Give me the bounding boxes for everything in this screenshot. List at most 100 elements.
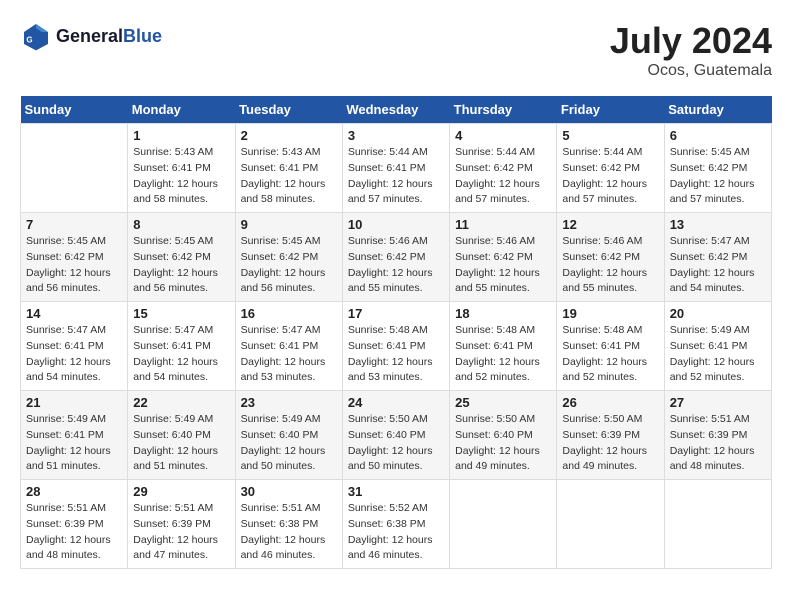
calendar-cell: 30Sunrise: 5:51 AM Sunset: 6:38 PM Dayli… xyxy=(235,480,342,569)
day-number: 8 xyxy=(133,217,229,232)
calendar-cell xyxy=(450,480,557,569)
calendar-cell: 15 Sunrise: 5:47 AM Sunset: 6:41 PM Dayli… xyxy=(128,302,235,391)
day-number: 5 xyxy=(562,128,658,143)
day-detail: Sunrise: 5:43 AM Sunset: 6:41 PM Dayligh… xyxy=(133,145,229,208)
day-detail: Sunrise: 5:45 AM Sunset: 6:42 PM Dayligh… xyxy=(670,145,766,208)
title-block: July 2024 Ocos, Guatemala xyxy=(610,20,772,80)
calendar-cell: 20Sunrise: 5:49 AM Sunset: 6:41 PM Dayli… xyxy=(664,302,771,391)
column-header-thursday: Thursday xyxy=(450,96,557,124)
calendar-cell: 18 Sunrise: 5:48 AM Sunset: 6:41 PM Dayli… xyxy=(450,302,557,391)
column-header-tuesday: Tuesday xyxy=(235,96,342,124)
day-detail: Sunrise: 5:47 AM Sunset: 6:41 PM Dayligh… xyxy=(26,323,122,386)
day-detail: Sunrise: 5:47 AM Sunset: 6:42 PM Dayligh… xyxy=(670,234,766,297)
page-title: July 2024 xyxy=(610,20,772,62)
day-detail: Sunrise: 5:45 AM Sunset: 6:42 PM Dayligh… xyxy=(241,234,337,297)
day-detail: Sunrise: 5:44 AM Sunset: 6:42 PM Dayligh… xyxy=(455,145,551,208)
day-number: 4 xyxy=(455,128,551,143)
day-number: 16 xyxy=(241,306,337,321)
day-detail: Sunrise: 5:51 AM Sunset: 6:39 PM Dayligh… xyxy=(133,501,229,564)
calendar-week-row: 14 Sunrise: 5:47 AM Sunset: 6:41 PM Dayli… xyxy=(21,302,772,391)
calendar-cell: 13Sunrise: 5:47 AM Sunset: 6:42 PM Dayli… xyxy=(664,213,771,302)
day-detail: Sunrise: 5:46 AM Sunset: 6:42 PM Dayligh… xyxy=(562,234,658,297)
calendar-cell: 11 Sunrise: 5:46 AM Sunset: 6:42 PM Dayli… xyxy=(450,213,557,302)
day-detail: Sunrise: 5:45 AM Sunset: 6:42 PM Dayligh… xyxy=(26,234,122,297)
column-header-friday: Friday xyxy=(557,96,664,124)
day-detail: Sunrise: 5:44 AM Sunset: 6:42 PM Dayligh… xyxy=(562,145,658,208)
day-detail: Sunrise: 5:51 AM Sunset: 6:39 PM Dayligh… xyxy=(26,501,122,564)
calendar-cell: 10 Sunrise: 5:46 AM Sunset: 6:42 PM Dayli… xyxy=(342,213,449,302)
day-detail: Sunrise: 5:46 AM Sunset: 6:42 PM Dayligh… xyxy=(455,234,551,297)
day-number: 2 xyxy=(241,128,337,143)
calendar-header-row: SundayMondayTuesdayWednesdayThursdayFrid… xyxy=(21,96,772,124)
calendar-cell: 25 Sunrise: 5:50 AM Sunset: 6:40 PM Dayli… xyxy=(450,391,557,480)
day-number: 14 xyxy=(26,306,122,321)
day-number: 29 xyxy=(133,484,229,499)
column-header-wednesday: Wednesday xyxy=(342,96,449,124)
calendar-cell: 29 Sunrise: 5:51 AM Sunset: 6:39 PM Dayli… xyxy=(128,480,235,569)
calendar-cell: 26Sunrise: 5:50 AM Sunset: 6:39 PM Dayli… xyxy=(557,391,664,480)
day-number: 10 xyxy=(348,217,444,232)
calendar-week-row: 28 Sunrise: 5:51 AM Sunset: 6:39 PM Dayli… xyxy=(21,480,772,569)
day-number: 23 xyxy=(241,395,337,410)
day-number: 25 xyxy=(455,395,551,410)
page-header: G GeneralBlue July 2024 Ocos, Guatemala xyxy=(20,20,772,80)
day-number: 7 xyxy=(26,217,122,232)
calendar-cell: 4 Sunrise: 5:44 AM Sunset: 6:42 PM Daylig… xyxy=(450,124,557,213)
calendar-cell: 6 Sunrise: 5:45 AM Sunset: 6:42 PM Daylig… xyxy=(664,124,771,213)
day-detail: Sunrise: 5:47 AM Sunset: 6:41 PM Dayligh… xyxy=(241,323,337,386)
calendar-cell: 23 Sunrise: 5:49 AM Sunset: 6:40 PM Dayli… xyxy=(235,391,342,480)
day-detail: Sunrise: 5:49 AM Sunset: 6:40 PM Dayligh… xyxy=(133,412,229,475)
calendar-cell xyxy=(664,480,771,569)
calendar-cell: 9 Sunrise: 5:45 AM Sunset: 6:42 PM Daylig… xyxy=(235,213,342,302)
day-detail: Sunrise: 5:50 AM Sunset: 6:39 PM Dayligh… xyxy=(562,412,658,475)
day-detail: Sunrise: 5:51 AM Sunset: 6:39 PM Dayligh… xyxy=(670,412,766,475)
calendar-cell: 8 Sunrise: 5:45 AM Sunset: 6:42 PM Daylig… xyxy=(128,213,235,302)
day-number: 21 xyxy=(26,395,122,410)
day-number: 17 xyxy=(348,306,444,321)
column-header-monday: Monday xyxy=(128,96,235,124)
svg-text:G: G xyxy=(26,35,32,44)
day-detail: Sunrise: 5:46 AM Sunset: 6:42 PM Dayligh… xyxy=(348,234,444,297)
calendar-week-row: 1 Sunrise: 5:43 AM Sunset: 6:41 PM Daylig… xyxy=(21,124,772,213)
day-detail: Sunrise: 5:50 AM Sunset: 6:40 PM Dayligh… xyxy=(455,412,551,475)
calendar-cell: 22 Sunrise: 5:49 AM Sunset: 6:40 PM Dayli… xyxy=(128,391,235,480)
calendar-cell: 7 Sunrise: 5:45 AM Sunset: 6:42 PM Daylig… xyxy=(21,213,128,302)
calendar-cell: 14 Sunrise: 5:47 AM Sunset: 6:41 PM Dayli… xyxy=(21,302,128,391)
day-number: 11 xyxy=(455,217,551,232)
day-detail: Sunrise: 5:48 AM Sunset: 6:41 PM Dayligh… xyxy=(455,323,551,386)
day-number: 18 xyxy=(455,306,551,321)
column-header-saturday: Saturday xyxy=(664,96,771,124)
calendar-cell: 16 Sunrise: 5:47 AM Sunset: 6:41 PM Dayli… xyxy=(235,302,342,391)
day-detail: Sunrise: 5:45 AM Sunset: 6:42 PM Dayligh… xyxy=(133,234,229,297)
day-detail: Sunrise: 5:52 AM Sunset: 6:38 PM Dayligh… xyxy=(348,501,444,564)
day-number: 6 xyxy=(670,128,766,143)
calendar-cell: 21 Sunrise: 5:49 AM Sunset: 6:41 PM Dayli… xyxy=(21,391,128,480)
day-number: 22 xyxy=(133,395,229,410)
day-detail: Sunrise: 5:51 AM Sunset: 6:38 PM Dayligh… xyxy=(241,501,337,564)
day-number: 12 xyxy=(562,217,658,232)
day-detail: Sunrise: 5:49 AM Sunset: 6:41 PM Dayligh… xyxy=(26,412,122,475)
day-detail: Sunrise: 5:50 AM Sunset: 6:40 PM Dayligh… xyxy=(348,412,444,475)
day-number: 3 xyxy=(348,128,444,143)
calendar-cell: 17Sunrise: 5:48 AM Sunset: 6:41 PM Dayli… xyxy=(342,302,449,391)
logo-icon: G xyxy=(20,20,52,52)
calendar-week-row: 7 Sunrise: 5:45 AM Sunset: 6:42 PM Daylig… xyxy=(21,213,772,302)
day-number: 1 xyxy=(133,128,229,143)
calendar-week-row: 21 Sunrise: 5:49 AM Sunset: 6:41 PM Dayli… xyxy=(21,391,772,480)
day-detail: Sunrise: 5:49 AM Sunset: 6:41 PM Dayligh… xyxy=(670,323,766,386)
calendar-cell: 31 Sunrise: 5:52 AM Sunset: 6:38 PM Dayli… xyxy=(342,480,449,569)
column-header-sunday: Sunday xyxy=(21,96,128,124)
calendar-table: SundayMondayTuesdayWednesdayThursdayFrid… xyxy=(20,96,772,569)
day-number: 27 xyxy=(670,395,766,410)
day-number: 28 xyxy=(26,484,122,499)
day-number: 15 xyxy=(133,306,229,321)
day-detail: Sunrise: 5:49 AM Sunset: 6:40 PM Dayligh… xyxy=(241,412,337,475)
calendar-cell: 2Sunrise: 5:43 AM Sunset: 6:41 PM Daylig… xyxy=(235,124,342,213)
calendar-cell: 1 Sunrise: 5:43 AM Sunset: 6:41 PM Daylig… xyxy=(128,124,235,213)
day-detail: Sunrise: 5:47 AM Sunset: 6:41 PM Dayligh… xyxy=(133,323,229,386)
day-number: 9 xyxy=(241,217,337,232)
day-number: 31 xyxy=(348,484,444,499)
calendar-cell: 19Sunrise: 5:48 AM Sunset: 6:41 PM Dayli… xyxy=(557,302,664,391)
logo: G GeneralBlue xyxy=(20,20,162,52)
calendar-cell: 24Sunrise: 5:50 AM Sunset: 6:40 PM Dayli… xyxy=(342,391,449,480)
